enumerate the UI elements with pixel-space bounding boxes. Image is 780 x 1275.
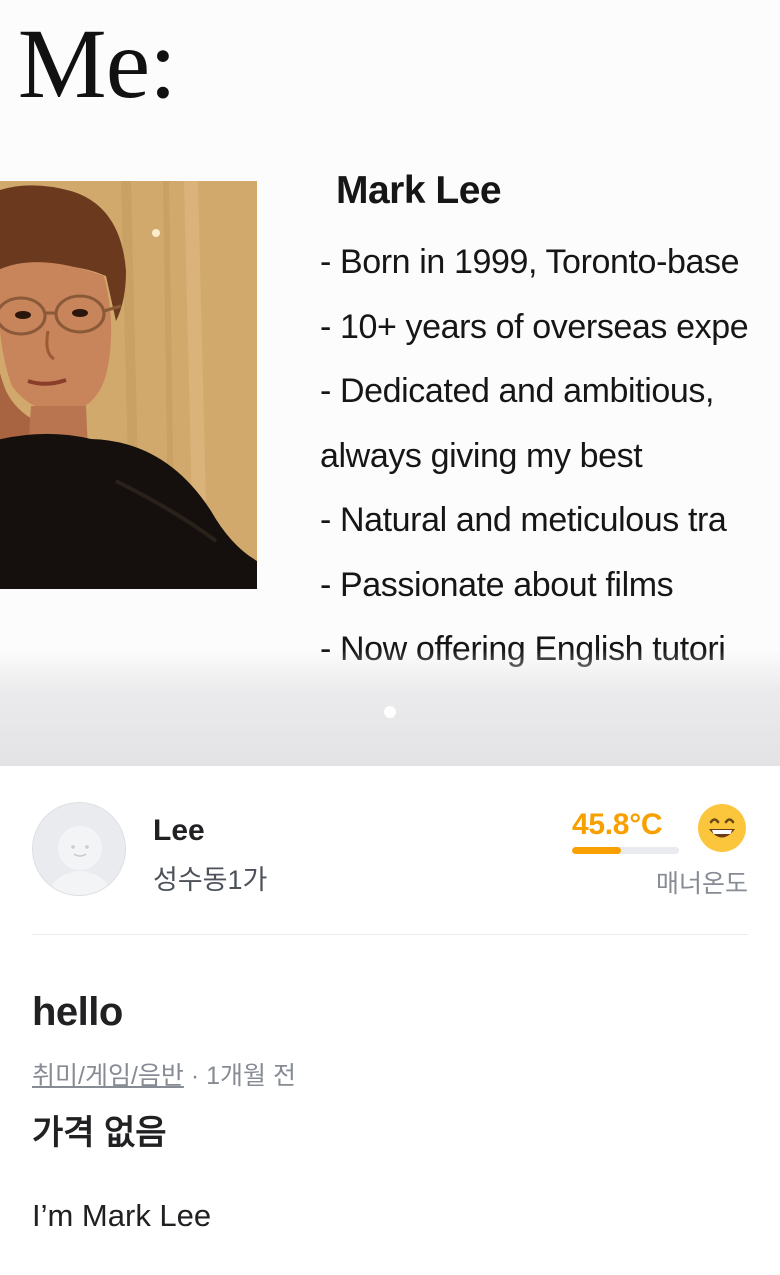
post-content: I’m Mark Lee <box>32 1198 212 1233</box>
slide-line: - Passionate about films <box>320 565 674 604</box>
seller-profile[interactable]: Lee 성수동1가 45.8°C 매너온도 <box>32 802 748 902</box>
carousel-page-indicator[interactable] <box>384 706 396 718</box>
manner-temp-label[interactable]: 매너온도 <box>656 864 748 900</box>
slide-name: Mark Lee <box>336 169 502 212</box>
profile-photo <box>0 181 257 589</box>
grinning-face-icon <box>698 804 746 852</box>
slide-line: - Born in 1999, Toronto-base <box>320 243 740 281</box>
avatar[interactable] <box>32 802 126 896</box>
manner-temperature[interactable]: 45.8°C 매너온도 <box>568 802 748 902</box>
post-title: hello <box>32 990 123 1034</box>
post-meta: 취미/게임/음반 · 1개월 전 <box>32 1056 296 1092</box>
slide-line: - Natural and meticulous tra <box>320 501 727 539</box>
seller-name[interactable]: Lee <box>153 814 205 848</box>
slide-line: - 10+ years of overseas expe <box>320 307 749 346</box>
post-price: 가격 없음 <box>32 1114 167 1152</box>
slide-line: always giving my best <box>320 436 643 475</box>
seller-location: 성수동1가 <box>153 865 268 895</box>
divider <box>32 934 748 935</box>
post-time: 1개월 전 <box>206 1062 296 1090</box>
slide-text-block: Mark Lee - Born in 1999, Toronto-base - … <box>320 166 780 682</box>
manner-temp-value: 45.8°C <box>572 808 663 841</box>
default-avatar-icon <box>33 803 125 895</box>
slide-heading: ut Me: <box>0 8 177 119</box>
post-category-link[interactable]: 취미/게임/음반 <box>32 1062 184 1090</box>
manner-temp-bar <box>572 847 679 854</box>
image-carousel[interactable]: ut Me: <box>0 0 780 766</box>
manner-temp-bar-fill <box>572 847 622 854</box>
meta-separator: · <box>183 1062 207 1090</box>
slide-line: - Dedicated and ambitious, <box>320 372 715 410</box>
